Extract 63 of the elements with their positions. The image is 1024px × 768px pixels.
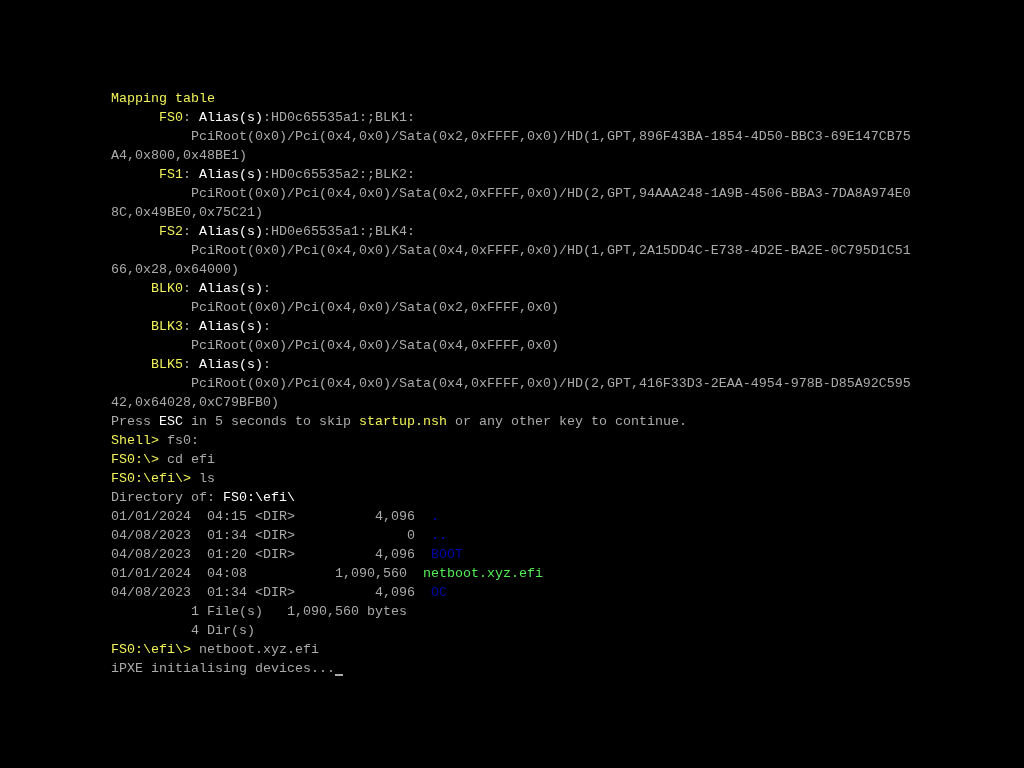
- console-text: FS0: [158, 109, 183, 127]
- console-text: :HD0e65535a1:;BLK4:: [263, 223, 415, 241]
- console-text: Alias(s): [199, 166, 263, 184]
- console-text: FS0:\>: [111, 451, 160, 469]
- console-text: 04/08/2023 01:20 <DIR> 4,096: [111, 546, 416, 564]
- console-text: Shell>: [111, 432, 160, 450]
- console-text: 01/01/2024 04:08 1,090,560: [111, 565, 408, 583]
- console-text: :: [183, 318, 192, 336]
- console-text: PciRoot(0x0)/Pci(0x4,0x0)/Sata(0x4,0xFFFF,0x0): [189, 337, 559, 355]
- console-text: PciRoot(0x0)/Pci(0x4,0x0)/Sata(0x2,0xFFFF,0x0)/HD(1,GPT,896F43BA-1854-4D50-BBC3-69E147CB75: [189, 128, 911, 146]
- console-text: PciRoot(0x0)/Pci(0x4,0x0)/Sata(0x4,0xFFFF,0x0)/HD(1,GPT,2A15DD4C-E738-4D2E-BA2E-0C795D1C51: [189, 242, 911, 260]
- console-text: PciRoot(0x0)/Pci(0x4,0x0)/Sata(0x2,0xFFFF,0x0)/HD(2,GPT,94AAA248-1A9B-4506-BBA3-7DA8A974E0: [189, 185, 911, 203]
- console-text: 1 File(s) 1,090,560 bytes: [189, 603, 407, 621]
- console-text: FS2: [158, 223, 183, 241]
- console-text: netboot.xyz.efi: [422, 565, 543, 583]
- console-text: :: [263, 318, 271, 336]
- console-text: FS0:\efi\>: [111, 641, 192, 659]
- console-text: 42,0x64028,0xC79BFB0): [111, 394, 279, 412]
- console-text: :: [183, 356, 192, 374]
- console-text: fs0:: [167, 432, 199, 450]
- console-text: FS1: [158, 166, 183, 184]
- console-text: or any other key to continue.: [453, 413, 687, 431]
- console-text: :HD0c65535a2:;BLK2:: [263, 166, 415, 184]
- console-text: BLK3: [150, 318, 183, 336]
- console-text: ESC: [159, 413, 183, 431]
- console-text: :: [183, 280, 192, 298]
- console-text: Alias(s): [199, 280, 263, 298]
- console-text: in 5 seconds to skip: [190, 413, 352, 431]
- console-text: OC: [430, 584, 447, 602]
- console-text: 66,0x28,0x64000): [111, 261, 239, 279]
- console-text: 04/08/2023 01:34 <DIR> 0: [111, 527, 416, 545]
- console-text: netboot.xyz.efi: [199, 641, 319, 659]
- console-text: :: [183, 166, 192, 184]
- console-text: cd efi: [167, 451, 215, 469]
- console-text: FS0:\efi\: [223, 489, 295, 507]
- console-text: A4,0x800,0x48BE1): [111, 147, 247, 165]
- console-text: :: [263, 356, 271, 374]
- console-text: 04/08/2023 01:34 <DIR> 4,096: [111, 584, 416, 602]
- console-text: .: [430, 508, 439, 526]
- console-text: BLK5: [150, 356, 183, 374]
- console-text: FS0:\efi\>: [111, 470, 192, 488]
- console-text: ls: [199, 470, 215, 488]
- console-text: 4 Dir(s): [189, 622, 255, 640]
- console-text: PciRoot(0x0)/Pci(0x4,0x0)/Sata(0x4,0xFFFF,0x0)/HD(2,GPT,416F33D3-2EAA-4954-978B-D85A92C595: [189, 375, 911, 393]
- console-text: 8C,0x49BE0,0x75C21): [111, 204, 263, 222]
- console-text: Alias(s): [199, 109, 263, 127]
- console-text: :HD0c65535a1:;BLK1:: [263, 109, 415, 127]
- console-text: :: [183, 223, 192, 241]
- console-text: Alias(s): [199, 356, 263, 374]
- console-text: Alias(s): [199, 223, 263, 241]
- console-text: BOOT: [430, 546, 463, 564]
- console-text: :: [263, 280, 271, 298]
- console-text: PciRoot(0x0)/Pci(0x4,0x0)/Sata(0x2,0xFFFF,0x0): [189, 299, 559, 317]
- console-text: Press: [111, 413, 152, 431]
- console-text: ..: [430, 527, 447, 545]
- console-text: 01/01/2024 04:15 <DIR> 4,096: [111, 508, 416, 526]
- console-text: Alias(s): [199, 318, 263, 336]
- console-text: :: [183, 109, 192, 127]
- console-text: iPXE initialising devices...: [111, 660, 335, 678]
- console-text: BLK0: [150, 280, 183, 298]
- console-text: startup.nsh: [358, 413, 447, 431]
- console-text: Directory of:: [111, 489, 216, 507]
- console-text: Mapping table: [111, 90, 215, 108]
